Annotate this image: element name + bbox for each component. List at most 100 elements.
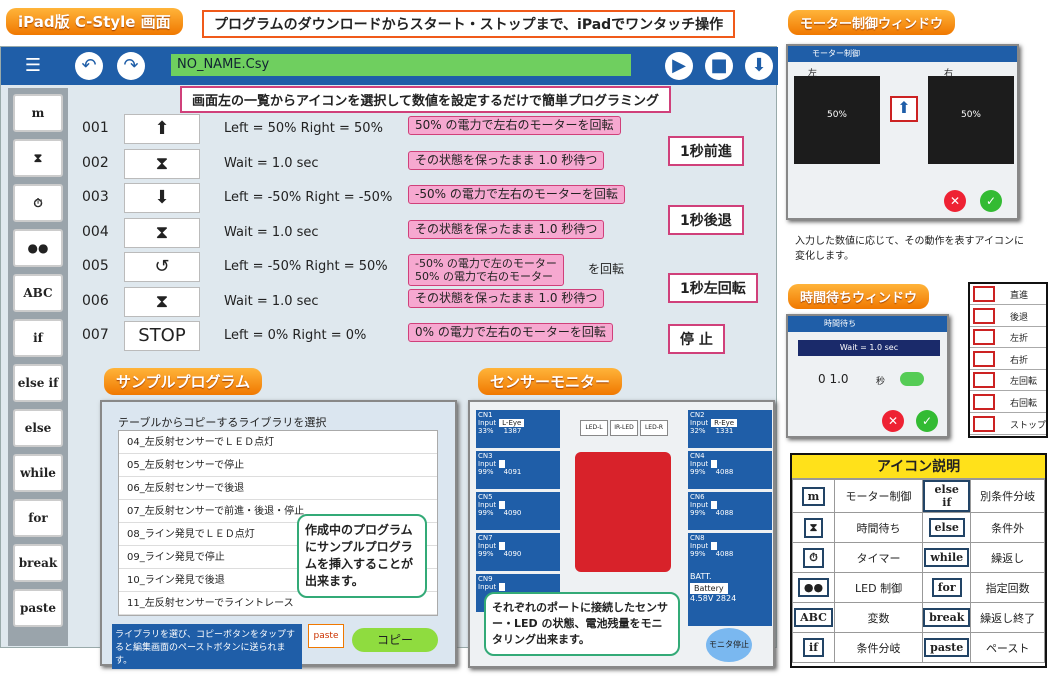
sensor-panel: CN1 Input L-Eye 33% 1387 CN3 Input 99% 4091 CN5 In… (468, 400, 775, 668)
row-icon[interactable]: ⧗ (124, 148, 200, 179)
direction-label: 直進 (1010, 291, 1029, 301)
row-number: 001 (82, 120, 109, 136)
copy-button[interactable]: コピー (352, 628, 438, 652)
wait-digits[interactable]: 0 1.0 (818, 372, 849, 386)
direction-item: 後退 (970, 306, 1046, 327)
library-item[interactable]: 05_左反射センサーで停止 (119, 454, 437, 477)
menu-icon[interactable]: ☰ (19, 52, 47, 80)
play-icon[interactable]: ▶ (665, 52, 693, 80)
palette-item[interactable]: else (13, 409, 63, 447)
direction-label: 左回転 (1010, 377, 1038, 388)
direction-label: 左折 (1010, 334, 1029, 345)
sensor-port: CN4 Input 99% 4088 (688, 451, 772, 489)
row-number: 002 (82, 154, 109, 171)
battery-label: BATT. (690, 572, 712, 581)
library-item[interactable]: 04_左反射センサーでＬＥＤ点灯 (119, 431, 437, 454)
direction-item: 左折 (970, 327, 1046, 349)
legend-icon: else (928, 518, 965, 537)
paste-icon[interactable]: paste (308, 624, 344, 648)
direction-icon-list: 直進後退左折右折左回転右回転ストップ (968, 282, 1048, 438)
direction-icon (973, 329, 995, 346)
confirm-icon[interactable]: ✓ (980, 190, 1002, 212)
redo-icon[interactable]: ↷ (117, 52, 145, 80)
legend-icon: ⏱ (803, 547, 824, 568)
filename-field[interactable]: NO_NAME.Csy (171, 54, 631, 76)
row-params: Wait = 1.0 sec (224, 224, 319, 240)
sample-heading: テーブルからコピーするライブラリを選択 (118, 416, 327, 429)
legend-label: モーター制御 (833, 479, 924, 513)
palette-item[interactable]: break (13, 544, 63, 582)
palette-item[interactable]: else if (13, 364, 63, 402)
row-params: Wait = 1.0 sec (224, 155, 319, 171)
undo-icon[interactable]: ↶ (75, 52, 103, 80)
legend-label: 条件分岐 (833, 632, 924, 663)
icon-palette: m ⧗ ⏱ ●● ABC if else if else while for break paste (8, 88, 68, 646)
palette-item[interactable]: ⏱ (13, 184, 63, 222)
port-value: 4090 (503, 509, 522, 517)
port-label: CN1 (478, 411, 493, 419)
port-percent: 32% (690, 427, 706, 435)
motor-left-value[interactable]: 50% (794, 76, 880, 164)
palette-item[interactable]: for (13, 499, 63, 537)
cancel-icon[interactable]: ✕ (882, 410, 904, 432)
palette-item[interactable]: ⧗ (13, 139, 63, 177)
direction-icon (973, 415, 995, 432)
bracket-forward: 1秒前進 (668, 136, 744, 166)
battery-value: 2824 (715, 594, 737, 603)
row-icon[interactable]: ↺ (124, 252, 200, 282)
direction-item: 左回転 (970, 370, 1046, 392)
row-icon[interactable]: ⧗ (124, 217, 200, 248)
legend-label: 繰返し終了 (970, 602, 1045, 633)
legend-label: 指定回数 (970, 572, 1045, 603)
port-type: Input (478, 542, 497, 550)
port-name (711, 501, 718, 509)
row-note: 50% の電力で左右のモーターを回転 (408, 116, 621, 135)
led-indicator: LED-R (640, 420, 668, 436)
port-type: Input (690, 419, 709, 427)
palette-item[interactable]: paste (13, 589, 63, 627)
port-label: CN5 (478, 493, 493, 501)
palette-item[interactable]: if (13, 319, 63, 357)
port-value: 4090 (503, 550, 522, 558)
palette-item[interactable]: ABC (13, 274, 63, 312)
wait-toggle[interactable] (900, 372, 924, 386)
legend-icon: while (924, 548, 970, 567)
row-icon[interactable]: ⬇ (124, 183, 200, 213)
cancel-icon[interactable]: ✕ (944, 190, 966, 212)
wait-unit: 秒 (876, 377, 886, 387)
port-type: Input (478, 460, 497, 468)
palette-item[interactable]: while (13, 454, 63, 492)
row-icon[interactable]: STOP (124, 321, 200, 351)
port-name (711, 460, 718, 468)
stop-icon[interactable]: ■ (705, 52, 733, 80)
library-item[interactable]: 06_左反射センサーで後退 (119, 477, 437, 500)
bracket-left-turn: 1秒左回転 (668, 273, 758, 303)
sensor-port: CN6 Input 99% 4088 (688, 492, 772, 530)
bracket-stop: 停 止 (668, 324, 725, 354)
palette-item[interactable]: m (13, 94, 63, 132)
direction-label: 右回転 (1010, 399, 1038, 409)
row-icon[interactable]: ⧗ (124, 286, 200, 317)
row-number: 007 (82, 327, 109, 343)
port-type: Input (690, 542, 709, 550)
motor-right-value[interactable]: 50% (928, 76, 1014, 164)
port-type: Input (478, 501, 497, 509)
direction-item: ストップ (970, 414, 1046, 435)
row-note: その状態を保ったまま 1.0 秒待つ (408, 150, 605, 170)
direction-label: 後退 (1010, 312, 1029, 323)
forward-icon: ⬆ (890, 96, 918, 122)
row-icon[interactable]: ⬆ (124, 114, 200, 144)
direction-icon (973, 350, 995, 367)
icon-legend: アイコン説明 m モーター制御 else if 別条件分岐 ⧗ 時間待ち else 条件外 ⏱ タ… (790, 453, 1047, 668)
port-value: 1331 (715, 427, 734, 435)
confirm-icon[interactable]: ✓ (916, 410, 938, 432)
palette-item[interactable]: ●● (13, 229, 63, 267)
download-icon[interactable]: ⬇ (745, 52, 773, 80)
port-percent: 99% (478, 509, 494, 517)
title-tag: iPad版 C-Style 画面 (6, 8, 183, 35)
legend-icon: break (923, 608, 971, 627)
sensor-port: CN5 Input 99% 4090 (476, 492, 560, 530)
direction-item: 右回転 (970, 392, 1046, 413)
direction-label: 右折 (1010, 355, 1029, 366)
monitor-stop-button[interactable]: モニタ停止 (706, 628, 752, 662)
